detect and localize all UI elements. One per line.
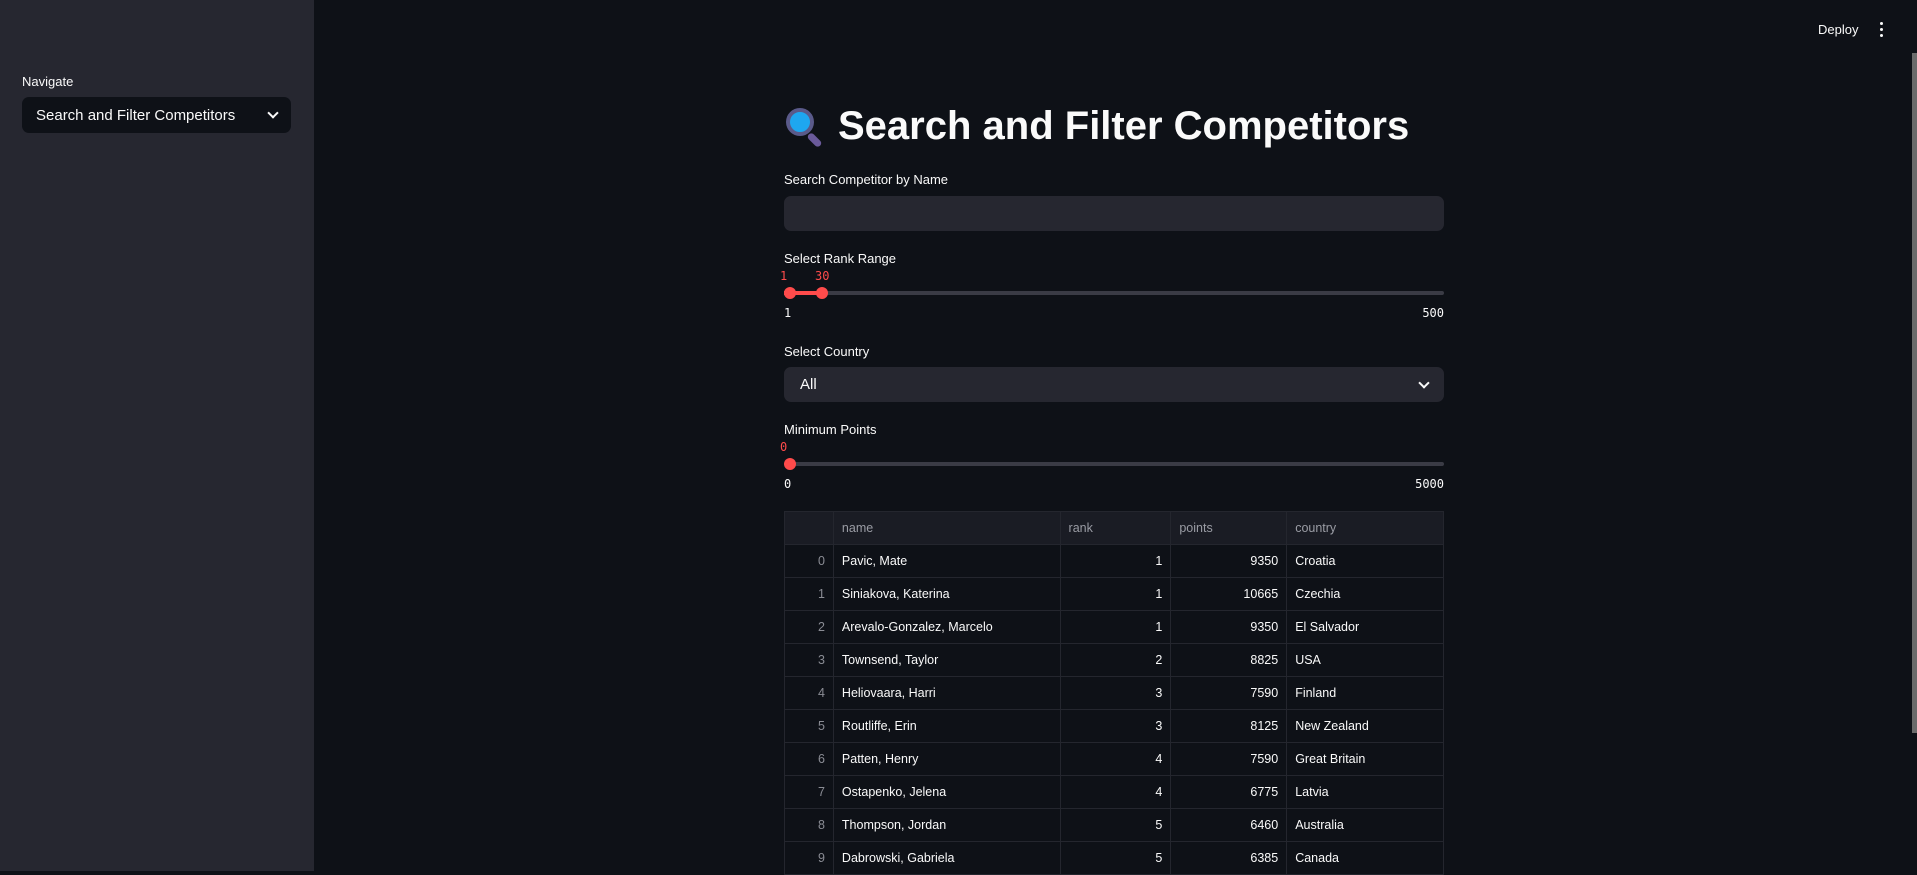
table-row[interactable]: 9 Dabrowski, Gabriela 5 6385 Canada [784,841,1444,875]
more-menu-icon[interactable] [1880,22,1884,37]
points-max-label: 5000 [1415,477,1444,491]
min-points-thumb[interactable] [784,458,796,470]
rank-cell[interactable]: 1 [1059,544,1172,578]
row-index[interactable]: 6 [784,742,834,776]
country-cell[interactable]: Czechia [1286,577,1444,611]
country-cell[interactable]: Croatia [1286,544,1444,578]
navigate-label: Navigate [22,74,74,89]
table-row[interactable]: 1 Siniakova, Katerina 1 10665 Czechia [784,577,1444,611]
name-cell[interactable]: Pavic, Mate [832,544,1061,578]
country-label: Select Country [784,344,870,359]
table-row[interactable]: 7 Ostapenko, Jelena 4 6775 Latvia [784,775,1444,809]
row-index[interactable]: 2 [784,610,834,644]
points-cell[interactable]: 8825 [1170,643,1288,677]
points-cell[interactable]: 9350 [1170,544,1288,578]
table-header-row: name rank points country [784,511,1444,545]
rank-low-thumb[interactable] [784,287,796,299]
rank-min-label: 1 [784,306,792,320]
row-index[interactable]: 3 [784,643,834,677]
magnifying-glass-icon [784,106,824,148]
rank-cell[interactable]: 4 [1059,775,1172,809]
name-cell[interactable]: Dabrowski, Gabriela [832,841,1061,875]
chevron-down-icon [1418,376,1430,389]
table-row[interactable]: 8 Thompson, Jordan 5 6460 Australia [784,808,1444,842]
rank-range-label: Select Rank Range [784,251,897,266]
chevron-down-icon [267,107,279,119]
rank-high-value: 30 [815,269,830,283]
table-row[interactable]: 3 Townsend, Taylor 2 8825 USA [784,643,1444,677]
competitors-table[interactable]: name rank points country 0 Pavic, Mate 1 9350 C… [784,511,1444,875]
name-cell[interactable]: Ostapenko, Jelena [832,775,1061,809]
row-index[interactable]: 7 [784,775,834,809]
deploy-button[interactable]: Deploy [1818,22,1858,37]
min-points-slider[interactable] [784,458,1444,470]
rank-high-thumb[interactable] [816,287,829,299]
country-cell[interactable]: Canada [1286,841,1444,875]
table-row[interactable]: 0 Pavic, Mate 1 9350 Croatia [784,544,1444,578]
points-cell[interactable]: 7590 [1170,676,1288,710]
points-cell[interactable]: 6460 [1170,808,1288,842]
min-points-value: 0 [780,440,788,454]
country-cell[interactable]: Australia [1286,808,1444,842]
rank-cell[interactable]: 5 [1059,808,1172,842]
rank-cell[interactable]: 3 [1059,676,1172,710]
row-index[interactable]: 5 [784,709,834,743]
min-points-label: Minimum Points [784,422,877,437]
name-cell[interactable]: Arevalo-Gonzalez, Marcelo [832,610,1061,644]
column-header-rank[interactable]: rank [1059,511,1172,545]
rank-cell[interactable]: 2 [1059,643,1172,677]
rank-cell[interactable]: 5 [1059,841,1172,875]
name-cell[interactable]: Patten, Henry [832,742,1061,776]
column-header-index[interactable] [784,511,834,545]
rank-max-label: 500 [1422,306,1444,320]
table-row[interactable]: 6 Patten, Henry 4 7590 Great Britain [784,742,1444,776]
name-cell[interactable]: Routliffe, Erin [832,709,1061,743]
name-cell[interactable]: Thompson, Jordan [832,808,1061,842]
page-title: Search and Filter Competitors [784,104,1409,149]
country-cell[interactable]: Great Britain [1286,742,1444,776]
country-select[interactable]: All [784,367,1444,402]
country-cell[interactable]: New Zealand [1286,709,1444,743]
row-index[interactable]: 4 [784,676,834,710]
column-header-points[interactable]: points [1170,511,1288,545]
points-cell[interactable]: 9350 [1170,610,1288,644]
table-row[interactable]: 4 Heliovaara, Harri 3 7590 Finland [784,676,1444,710]
search-label: Search Competitor by Name [784,172,949,187]
points-cell[interactable]: 6385 [1170,841,1288,875]
row-index[interactable]: 0 [784,544,834,578]
rank-range-slider[interactable] [784,287,1444,299]
row-index[interactable]: 9 [784,841,834,875]
country-cell[interactable]: El Salvador [1286,610,1444,644]
rank-cell[interactable]: 3 [1059,709,1172,743]
name-cell[interactable]: Heliovaara, Harri [832,676,1061,710]
country-cell[interactable]: Finland [1286,676,1444,710]
rank-cell[interactable]: 1 [1059,610,1172,644]
table-row[interactable]: 2 Arevalo-Gonzalez, Marcelo 1 9350 El Salvad… [784,610,1444,644]
row-index[interactable]: 8 [784,808,834,842]
row-index[interactable]: 1 [784,577,834,611]
page-title-text: Search and Filter Competitors [838,104,1410,148]
country-cell[interactable]: USA [1286,643,1444,677]
rank-low-value: 1 [780,269,788,283]
column-header-country[interactable]: country [1286,511,1444,545]
scrollbar[interactable] [1912,53,1917,733]
column-header-name[interactable]: name [832,511,1061,545]
sidebar: Navigate Search and Filter Competitors [0,0,314,871]
points-cell[interactable]: 7590 [1170,742,1288,776]
search-input[interactable] [784,196,1444,231]
table-row[interactable]: 5 Routliffe, Erin 3 8125 New Zealand [784,709,1444,743]
navigate-select-value: Search and Filter Competitors [36,106,236,124]
points-cell[interactable]: 6775 [1170,775,1288,809]
name-cell[interactable]: Siniakova, Katerina [832,577,1061,611]
points-cell[interactable]: 8125 [1170,709,1288,743]
points-min-label: 0 [784,477,792,491]
points-cell[interactable]: 10665 [1170,577,1288,611]
country-cell[interactable]: Latvia [1286,775,1444,809]
name-cell[interactable]: Townsend, Taylor [832,643,1061,677]
rank-cell[interactable]: 4 [1059,742,1172,776]
navigate-select[interactable]: Search and Filter Competitors [22,97,291,133]
country-select-value: All [800,376,817,393]
rank-cell[interactable]: 1 [1059,577,1172,611]
